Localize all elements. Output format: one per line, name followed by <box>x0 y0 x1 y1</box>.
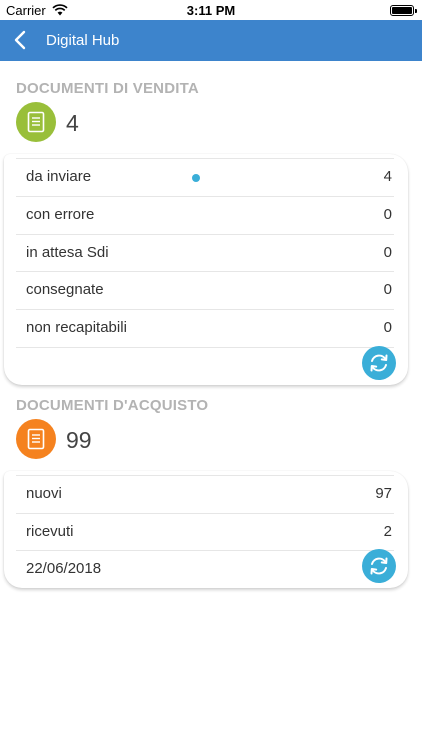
purchase-documents-card: nuovi 97 ricevuti 2 22/06/2018 <box>4 471 408 588</box>
row-value: 97 <box>375 485 392 502</box>
row-label: da inviare <box>26 168 92 185</box>
sales-section-heading: DOCUMENTI DI VENDITA <box>16 80 199 97</box>
clock: 3:11 PM <box>186 3 236 18</box>
sales-total-count: 4 <box>66 110 79 136</box>
document-icon <box>27 428 45 450</box>
row-value: 0 <box>383 281 392 298</box>
status-bar: Carrier 3:11 PM <box>0 0 422 20</box>
sales-row-awaiting-sdi[interactable]: in attesa Sdi 0 <box>16 234 394 272</box>
row-value: 2 <box>383 523 392 540</box>
purchase-row-new[interactable]: nuovi 97 <box>16 475 394 513</box>
row-label: ricevuti <box>26 523 74 540</box>
purchase-document-badge <box>16 419 56 459</box>
row-label: con errore <box>26 206 95 223</box>
row-value: 0 <box>383 244 392 261</box>
sales-refresh-button[interactable] <box>362 346 396 380</box>
row-value: 0 <box>383 319 392 336</box>
sales-row-delivered[interactable]: consegnate 0 <box>16 271 394 309</box>
status-dot <box>192 174 200 182</box>
page-title: Digital Hub <box>46 32 120 49</box>
sales-document-badge <box>16 102 56 142</box>
nav-bar: Digital Hub <box>0 20 422 61</box>
row-label: consegnate <box>26 281 104 298</box>
purchase-section-heading: DOCUMENTI D'ACQUISTO <box>16 397 209 414</box>
purchase-last-update-date: 22/06/2018 <box>26 560 102 577</box>
row-label: nuovi <box>26 485 62 502</box>
purchase-footer-row: 22/06/2018 <box>16 550 394 588</box>
row-label: non recapitabili <box>26 319 127 336</box>
refresh-icon <box>370 354 388 372</box>
purchase-row-received[interactable]: ricevuti 2 <box>16 513 394 551</box>
chevron-left-icon[interactable] <box>10 29 32 51</box>
sales-row-undeliverable[interactable]: non recapitabili 0 <box>16 309 394 347</box>
purchase-total-count: 99 <box>66 427 92 453</box>
battery-icon <box>390 5 417 16</box>
sales-row-to-send[interactable]: da inviare 4 <box>16 158 394 196</box>
sales-documents-card: da inviare 4 con errore 0 in attesa Sdi … <box>4 154 408 385</box>
sales-footer-row <box>16 347 394 385</box>
row-value: 0 <box>383 206 392 223</box>
row-label: in attesa Sdi <box>26 244 109 261</box>
refresh-icon <box>370 557 388 575</box>
row-value: 4 <box>383 168 392 185</box>
sales-row-with-error[interactable]: con errore 0 <box>16 196 394 234</box>
purchase-refresh-button[interactable] <box>362 549 396 583</box>
document-icon <box>27 111 45 133</box>
